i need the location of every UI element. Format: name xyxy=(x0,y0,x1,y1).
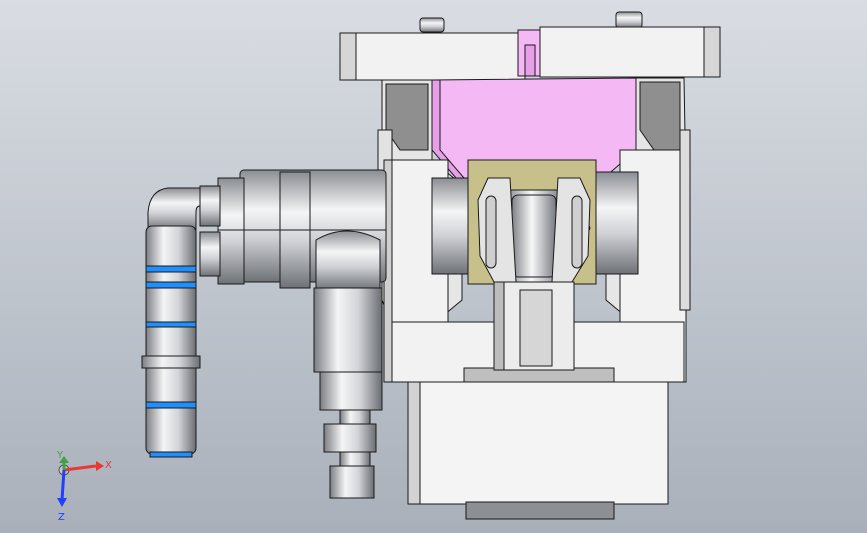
vertical-fitting-body xyxy=(313,287,383,373)
top-plate-pink-center xyxy=(524,44,536,77)
vertical-fitting-dome xyxy=(315,230,381,291)
vertical-fitting-knurl xyxy=(319,371,383,411)
elbow-ring-5 xyxy=(149,451,193,458)
roller-assembly[interactable] xyxy=(431,159,639,285)
elbow-ring-2 xyxy=(145,281,197,289)
top-plate-left-edge xyxy=(339,32,357,81)
clevis-stem-cut xyxy=(519,289,553,367)
vertical-fitting-neck xyxy=(339,451,371,467)
clevis-stem-shade xyxy=(493,281,505,371)
cad-viewport[interactable]: X Y Z xyxy=(0,0,867,533)
triad-x-label: X xyxy=(105,460,112,471)
elbow-ring-4 xyxy=(145,401,197,409)
top-plate-right-edge xyxy=(703,26,721,78)
clevis-left-slot xyxy=(485,195,497,269)
bottom-block-face xyxy=(407,381,669,505)
valve-collar xyxy=(217,177,245,285)
clevis-right-slot xyxy=(571,195,583,269)
roller-core xyxy=(511,194,557,278)
elbow-fitting[interactable] xyxy=(141,187,201,458)
top-plate-right xyxy=(539,26,721,78)
top-bolt-left xyxy=(419,17,445,33)
elbow-bend xyxy=(147,187,201,231)
top-bolt-right xyxy=(615,11,643,29)
top-plate-left xyxy=(339,32,526,81)
triad-z-label: Z xyxy=(58,512,65,523)
bottom-block-base xyxy=(465,501,615,520)
cad-model-view[interactable]: X Y Z xyxy=(0,0,867,533)
right-bushing xyxy=(591,171,639,275)
valve-end-cap-lower xyxy=(199,231,221,277)
bottom-block-left-shade xyxy=(407,381,421,505)
triad-z-axis xyxy=(60,469,66,501)
housing-right-flange xyxy=(679,129,691,311)
elbow-vertical xyxy=(145,225,197,455)
valve-end-cap xyxy=(199,185,221,227)
triad-y-label: Y xyxy=(56,450,64,461)
elbow-collar xyxy=(141,355,201,369)
bottom-block[interactable] xyxy=(407,381,669,520)
elbow-ring-3 xyxy=(145,321,197,328)
elbow-ring-1 xyxy=(145,265,197,273)
vertical-fitting-nut-1 xyxy=(323,423,377,453)
vertical-fitting-nut-2 xyxy=(329,465,375,499)
